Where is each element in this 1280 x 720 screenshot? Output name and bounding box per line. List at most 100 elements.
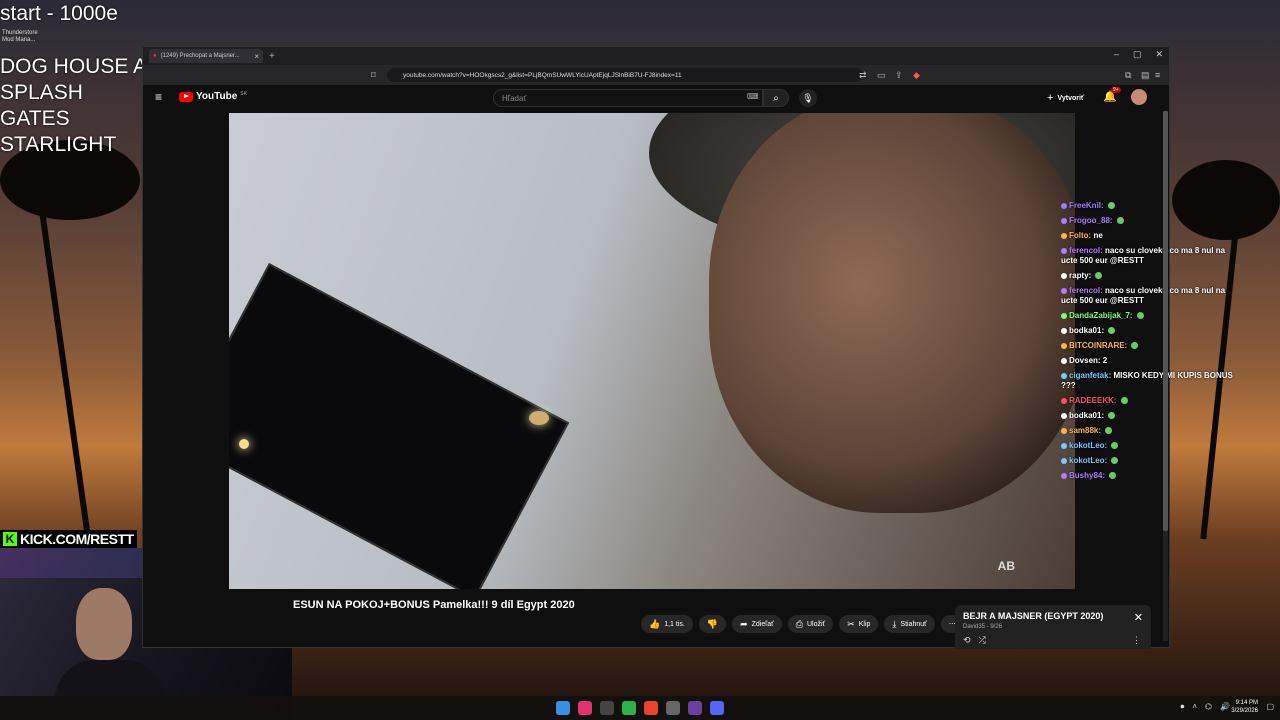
notification-badge: 9+: [1111, 87, 1121, 93]
bookmark-icon[interactable]: ⌑: [371, 70, 376, 81]
chat-message: Frogoo_88:: [1061, 216, 1241, 226]
close-window-button[interactable]: ✕: [1155, 49, 1163, 60]
clip-button[interactable]: ✂ Klip: [839, 615, 879, 633]
bookmark-save-icon: ⎙: [795, 618, 803, 629]
kick-url: KICK.COM/RESTT: [20, 531, 134, 547]
chat-badge-icon: [1061, 287, 1067, 294]
share-button[interactable]: ➦ Zdieľať: [732, 615, 782, 633]
notification-center-icon[interactable]: ▢: [1266, 702, 1274, 711]
taskbar-app-icon[interactable]: [600, 701, 614, 715]
chat-badge-icon: [1061, 412, 1067, 419]
desktop-app-label[interactable]: Thunderstore Mod Mana...: [2, 30, 38, 44]
playlist-title[interactable]: BEJR A MAJSNER (EGYPT 2020): [963, 611, 1143, 621]
download-button[interactable]: ⤓ Stiahnuť: [884, 615, 935, 633]
page-scrollbar[interactable]: [1163, 111, 1168, 641]
chat-username[interactable]: rapty:: [1069, 271, 1091, 280]
chat-username[interactable]: kokotLeo:: [1069, 456, 1107, 465]
chat-badge-icon: [1061, 442, 1067, 449]
chat-username[interactable]: ciganfetak:: [1069, 371, 1111, 380]
voice-search-button[interactable]: 🎙: [799, 89, 817, 107]
create-button[interactable]: + Vytvoriť: [1047, 92, 1084, 104]
hamburger-menu-icon[interactable]: ≡: [155, 90, 162, 104]
youtube-play-icon: [179, 91, 193, 102]
chat-username[interactable]: ferencol:: [1069, 286, 1103, 295]
account-avatar[interactable]: [1131, 89, 1147, 105]
chat-username[interactable]: RADEEEKK:: [1069, 396, 1117, 405]
chat-username[interactable]: Folto:: [1069, 231, 1091, 240]
wallet-icon[interactable]: ▤: [1141, 70, 1150, 81]
chat-message: rapty:: [1061, 271, 1241, 281]
browser-menu-icon[interactable]: ≡: [1155, 70, 1160, 80]
scrollbar-thumb[interactable]: [1163, 111, 1168, 531]
browser-tab[interactable]: ● (1249) Prechopat a Majsner... ×: [149, 49, 263, 63]
chat-username[interactable]: FreeKnil:: [1069, 201, 1104, 210]
playlist-more-icon[interactable]: ⋮: [1132, 635, 1141, 646]
download-icon: ⤓: [892, 618, 897, 629]
chat-badge-icon: [1061, 427, 1067, 434]
chat-username[interactable]: Dovsen:: [1069, 356, 1101, 365]
taskbar-app-icon[interactable]: [578, 701, 592, 715]
video-light-reflection: [529, 411, 549, 425]
channel-watermark[interactable]: AB: [998, 559, 1015, 573]
search-input[interactable]: Hľadať: [493, 89, 763, 107]
new-tab-button[interactable]: +: [269, 51, 275, 62]
extensions-icon[interactable]: ⧉: [1125, 70, 1131, 81]
brave-shield-icon[interactable]: ◆: [913, 70, 920, 81]
chat-emote-icon: [1111, 442, 1119, 450]
tab-close-icon[interactable]: ×: [254, 52, 259, 61]
volume-icon[interactable]: 🔊: [1220, 702, 1230, 712]
keyboard-icon[interactable]: ⌨: [747, 92, 759, 101]
reader-icon[interactable]: ▭: [877, 70, 886, 81]
chat-username[interactable]: sam88k:: [1069, 426, 1101, 435]
taskbar-app-icon[interactable]: [666, 701, 680, 715]
chat-username[interactable]: Frogoo_88:: [1069, 216, 1113, 225]
address-bar[interactable]: youtube.com/watch?v=HOOkgscs2_g&list=PLj…: [387, 68, 863, 82]
shuffle-icon[interactable]: ⤮: [979, 635, 986, 646]
youtube-logo[interactable]: YouTube SK: [179, 91, 247, 102]
chat-username[interactable]: bodka01:: [1069, 326, 1104, 335]
chat-username[interactable]: kokotLeo:: [1069, 441, 1107, 450]
video-light-spot: [239, 439, 249, 449]
address-bar-row: ⌑ youtube.com/watch?v=HOOkgscs2_g&list=P…: [143, 65, 1169, 85]
chat-username[interactable]: ferencol:: [1069, 246, 1103, 255]
taskbar-app-icon[interactable]: [622, 701, 636, 715]
search-button[interactable]: ⌕: [763, 89, 789, 107]
like-button[interactable]: 👍 1,1 tis.: [641, 615, 693, 633]
chat-username[interactable]: DandaZabijak_7:: [1069, 311, 1133, 320]
chevron-up-icon[interactable]: ˄: [1192, 702, 1197, 712]
chat-badge-icon: [1061, 202, 1067, 209]
taskbar-clock[interactable]: 9:14 PM 3/29/2026: [1231, 699, 1258, 715]
chat-emote-icon: [1131, 342, 1139, 350]
chat-username[interactable]: BITCOINRARE:: [1069, 341, 1127, 350]
playlist-close-icon[interactable]: ✕: [1134, 611, 1143, 624]
kick-banner: K KICK.COM/RESTT: [0, 530, 137, 548]
chat-badge-icon: [1061, 232, 1067, 239]
share-page-icon[interactable]: ⇪: [895, 70, 903, 81]
brave-taskbar-icon[interactable]: [644, 701, 658, 715]
youtube-region-code: SK: [240, 91, 247, 97]
create-label: Vytvoriť: [1057, 94, 1085, 102]
taskbar-app-icon[interactable]: [688, 701, 702, 715]
network-icon[interactable]: ⌬: [1205, 702, 1212, 712]
discord-taskbar-icon[interactable]: [710, 701, 724, 715]
loop-icon[interactable]: ⟲: [963, 635, 971, 646]
save-button[interactable]: ⎙ Uložiť: [787, 615, 834, 633]
share-label: Zdieľať: [751, 620, 774, 628]
minimize-button[interactable]: –: [1114, 49, 1119, 60]
maximize-button[interactable]: ▢: [1133, 49, 1142, 60]
video-player[interactable]: AB: [229, 113, 1075, 589]
thumbs-down-icon: 👎: [706, 618, 719, 629]
chat-badge-icon: [1061, 312, 1067, 319]
translate-icon[interactable]: ⇄: [859, 70, 867, 81]
chat-message: bodka01:: [1061, 411, 1241, 421]
dislike-button[interactable]: 👎: [698, 615, 727, 633]
chat-username[interactable]: Bushy84:: [1069, 471, 1105, 480]
chat-username[interactable]: bodka01:: [1069, 411, 1104, 420]
app-label-line1: Thunderstore: [2, 30, 38, 36]
mic-tray-icon[interactable]: ⏺: [1180, 702, 1184, 712]
tab-bar: ● (1249) Prechopat a Majsner... × + – ▢ …: [143, 47, 1169, 65]
chat-badge-icon: [1061, 397, 1067, 404]
chat-message: sam88k:: [1061, 426, 1241, 436]
start-button[interactable]: [556, 701, 570, 715]
chat-badge-icon: [1061, 457, 1067, 464]
